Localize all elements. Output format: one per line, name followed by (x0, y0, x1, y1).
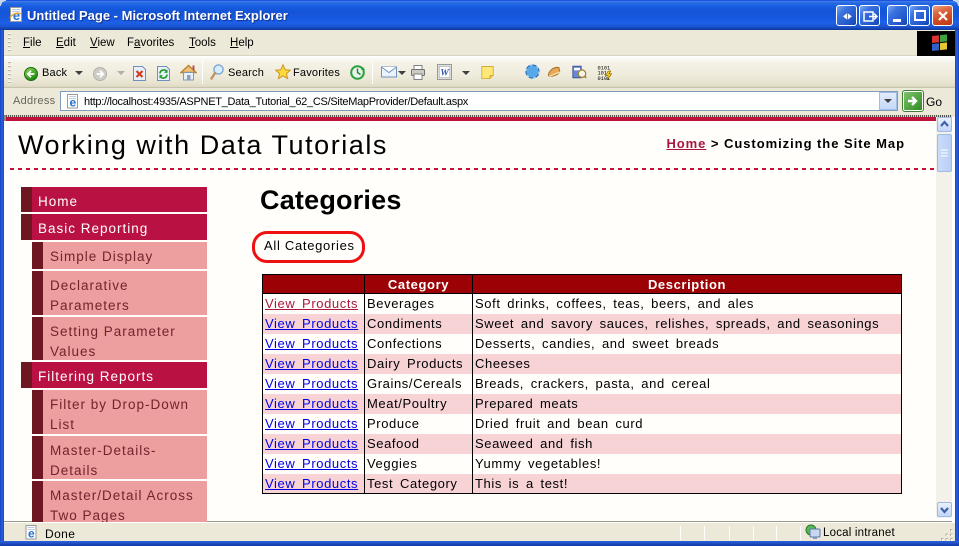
svg-text:e: e (69, 96, 76, 110)
svg-text:e: e (28, 527, 35, 541)
svg-text:W: W (440, 68, 450, 79)
svg-text:e: e (13, 8, 20, 23)
